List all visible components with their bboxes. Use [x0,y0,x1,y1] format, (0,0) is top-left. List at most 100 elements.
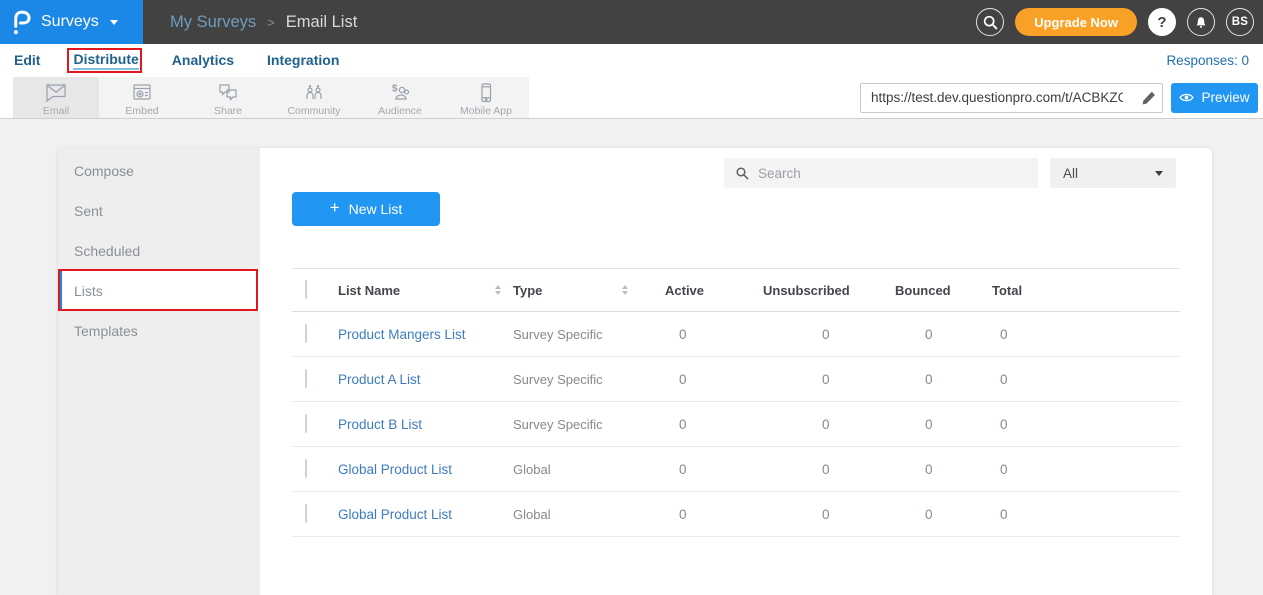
total-count: 0 [992,507,1180,522]
filter-value: All [1063,166,1078,181]
table-row: Global Product List Global 0 0 0 0 [292,492,1180,537]
list-type: Global [513,462,665,477]
column-header-total: Total [992,283,1180,298]
active-count: 0 [665,507,763,522]
email-sidebar: Compose Sent Scheduled Lists Templates [58,148,260,595]
sidebar-item-sent[interactable]: Sent [58,191,260,231]
row-checkbox[interactable] [305,369,307,388]
channel-tab-embed[interactable]: Embed [99,77,185,118]
question-mark-icon: ? [1157,14,1166,31]
channel-tab-community[interactable]: Community [271,77,357,118]
survey-nav: Edit Distribute Analytics Integration Re… [0,44,1263,77]
table-row: Product B List Survey Specific 0 0 0 0 [292,402,1180,447]
preview-label: Preview [1201,90,1249,105]
bounced-count: 0 [895,507,992,522]
unsubscribed-count: 0 [763,507,895,522]
channel-tab-email[interactable]: Email [13,77,99,118]
filter-dropdown[interactable]: All [1050,158,1176,188]
list-type: Global [513,507,665,522]
chevron-down-icon [110,20,118,25]
svg-text:$: $ [392,84,398,95]
unsubscribed-count: 0 [763,417,895,432]
list-name-link[interactable]: Product Mangers List [338,327,513,342]
sidebar-item-scheduled[interactable]: Scheduled [58,231,260,271]
search-button[interactable] [976,8,1004,36]
total-count: 0 [992,462,1180,477]
search-filter-row: All [724,158,1176,188]
channel-tab-label: Share [214,105,242,117]
breadcrumb-my-surveys[interactable]: My Surveys [170,13,256,32]
product-switcher[interactable]: Surveys [0,0,143,44]
table-row: Product A List Survey Specific 0 0 0 0 [292,357,1180,402]
row-checkbox[interactable] [305,504,307,523]
channel-tab-label: Community [287,105,340,117]
lists-table: List Name Type Active Unsubscribed Bounc… [292,268,1180,537]
user-avatar[interactable]: BS [1226,8,1254,36]
responses-count[interactable]: Responses: 0 [1166,53,1249,68]
search-input[interactable] [758,166,1013,181]
total-count: 0 [992,372,1180,387]
active-count: 0 [665,417,763,432]
tab-distribute[interactable]: Distribute [73,51,138,70]
channel-tab-label: Embed [125,105,158,117]
select-all-checkbox[interactable] [305,280,307,299]
chevron-down-icon [1155,171,1163,176]
channel-tab-audience[interactable]: $ Audience [357,77,443,118]
avatar-initials: BS [1232,16,1249,28]
list-name-link[interactable]: Global Product List [338,507,513,522]
audience-icon: $ [388,82,412,104]
bounced-count: 0 [895,417,992,432]
bounced-count: 0 [895,462,992,477]
active-count: 0 [665,372,763,387]
new-list-button[interactable]: + New List [292,192,440,226]
list-name-link[interactable]: Global Product List [338,462,513,477]
channel-tab-share[interactable]: Share [185,77,271,118]
row-checkbox[interactable] [305,414,307,433]
share-icon [216,82,240,104]
sort-icon[interactable] [622,285,628,296]
questionpro-logo-icon [13,10,32,35]
edit-url-pencil-icon[interactable] [1141,90,1157,111]
sidebar-item-lists[interactable]: Lists [58,271,260,311]
channel-tab-mobile-app[interactable]: Mobile App [443,77,529,118]
preview-button[interactable]: Preview [1171,83,1258,113]
channel-tabs: Email Embed Shar [13,77,529,118]
tab-analytics[interactable]: Analytics [172,52,234,69]
unsubscribed-count: 0 [763,372,895,387]
row-checkbox[interactable] [305,459,307,478]
list-type: Survey Specific [513,417,665,432]
sidebar-item-templates[interactable]: Templates [58,311,260,351]
tab-integration[interactable]: Integration [267,52,339,69]
help-button[interactable]: ? [1148,8,1176,36]
sidebar-item-compose[interactable]: Compose [58,151,260,191]
community-icon [302,82,326,104]
upgrade-now-button[interactable]: Upgrade Now [1015,8,1137,36]
eye-icon [1179,92,1194,103]
column-header-type[interactable]: Type [513,283,665,298]
total-count: 0 [992,417,1180,432]
table-row: Global Product List Global 0 0 0 0 [292,447,1180,492]
sort-icon[interactable] [495,285,501,296]
embed-icon [130,82,154,104]
channel-tab-label: Email [43,105,69,117]
row-checkbox[interactable] [305,324,307,343]
survey-link-area: Preview [860,83,1263,113]
list-name-link[interactable]: Product A List [338,372,513,387]
survey-url-input[interactable] [861,90,1123,105]
breadcrumb: My Surveys > Email List [170,13,357,32]
list-name-link[interactable]: Product B List [338,417,513,432]
total-count: 0 [992,327,1180,342]
notifications-button[interactable] [1187,8,1215,36]
lists-main: All + New List List Name Type Active Uns [260,148,1212,595]
breadcrumb-current: Email List [286,13,358,32]
list-type: Survey Specific [513,327,665,342]
bounced-count: 0 [895,372,992,387]
unsubscribed-count: 0 [763,327,895,342]
bounced-count: 0 [895,327,992,342]
email-envelope-icon [44,82,68,104]
channel-tab-label: Mobile App [460,105,512,117]
column-header-list-name[interactable]: List Name [338,283,513,298]
channel-tab-label: Audience [378,105,422,117]
table-row: Product Mangers List Survey Specific 0 0… [292,312,1180,357]
tab-edit[interactable]: Edit [14,52,40,69]
